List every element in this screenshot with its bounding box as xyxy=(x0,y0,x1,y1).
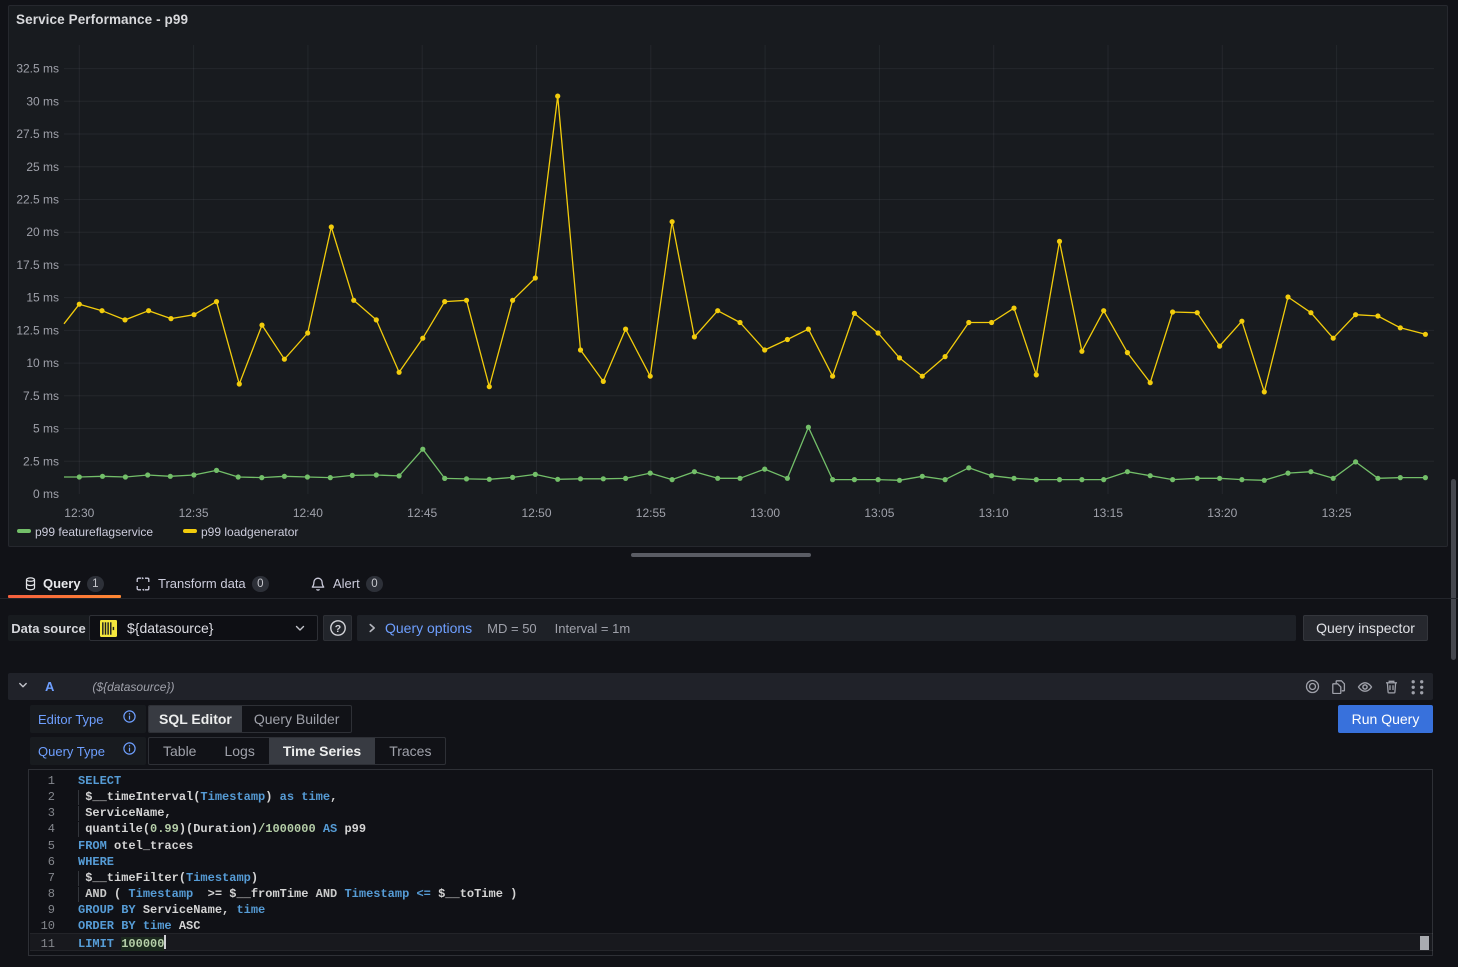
svg-text:13:25: 13:25 xyxy=(1322,506,1352,520)
svg-text:p99 featureflagservice: p99 featureflagservice xyxy=(35,525,153,539)
svg-text:20 ms: 20 ms xyxy=(26,225,59,239)
svg-text:13:00: 13:00 xyxy=(750,506,780,520)
svg-text:?: ? xyxy=(334,623,340,635)
svg-text:17.5 ms: 17.5 ms xyxy=(16,258,59,272)
svg-text:13:05: 13:05 xyxy=(864,506,894,520)
svg-text:25 ms: 25 ms xyxy=(26,160,59,174)
svg-text:12:40: 12:40 xyxy=(293,506,323,520)
svg-text:2.5 ms: 2.5 ms xyxy=(23,454,59,468)
svg-text:32.5 ms: 32.5 ms xyxy=(16,62,59,76)
svg-text:12:55: 12:55 xyxy=(636,506,666,520)
svg-text:12:45: 12:45 xyxy=(407,506,437,520)
svg-text:p99 loadgenerator: p99 loadgenerator xyxy=(201,525,298,539)
svg-text:13:10: 13:10 xyxy=(979,506,1009,520)
svg-text:22.5 ms: 22.5 ms xyxy=(16,193,59,207)
svg-text:12:35: 12:35 xyxy=(179,506,209,520)
svg-text:7.5 ms: 7.5 ms xyxy=(23,389,59,403)
svg-text:0 ms: 0 ms xyxy=(33,487,59,501)
svg-text:12:30: 12:30 xyxy=(64,506,94,520)
svg-text:5 ms: 5 ms xyxy=(33,422,59,436)
svg-text:13:15: 13:15 xyxy=(1093,506,1123,520)
svg-text:12.5 ms: 12.5 ms xyxy=(16,323,59,337)
svg-text:27.5 ms: 27.5 ms xyxy=(16,127,59,141)
svg-text:13:20: 13:20 xyxy=(1207,506,1237,520)
svg-text:15 ms: 15 ms xyxy=(26,291,59,305)
svg-text:12:50: 12:50 xyxy=(521,506,551,520)
svg-text:10 ms: 10 ms xyxy=(26,356,59,370)
svg-text:30 ms: 30 ms xyxy=(26,94,59,108)
